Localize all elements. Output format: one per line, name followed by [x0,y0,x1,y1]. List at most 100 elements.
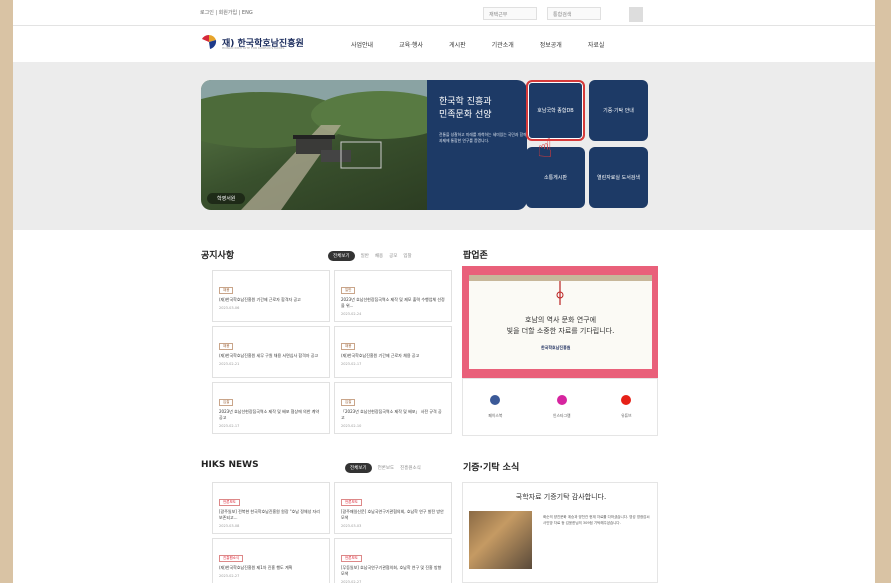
tile-donation[interactable]: 기증·기탁 안내 [589,80,648,141]
news-card[interactable]: 언론보도 [광주일보] 전북현 한국학호남진흥원 원장 "호남 정체성 자리 보존… [212,482,330,534]
global-nav: 재) 한국학호남진흥원 HONAM INSTITUTE FOR KOREAN S… [13,26,875,62]
social-youtube[interactable]: 유튜브 [621,395,632,419]
card-badge: 언론보도 [341,555,362,562]
hero-message: 한국학 진흥과 민족문화 선양 전통을 성찰하고 미래를 개척하는 세미있는 국… [427,80,527,210]
hero-section: 학영서원 한국학 진흥과 민족문화 선양 전통을 성찰하고 미래를 개척하는 세… [13,62,875,230]
menu-about[interactable]: 기관소개 [492,40,514,49]
menu-archive[interactable]: 자료실 [588,40,605,49]
news-card[interactable]: 진흥원소식 (재)한국학호남진흥원 제1차 진흥 행도 계획 2023-02-27 [212,538,330,583]
menu-business[interactable]: 사업안내 [351,40,373,49]
social-links: 페이스북 인스타그램 유튜브 [462,378,658,436]
notice-tab-hire[interactable]: 채용 [375,253,383,259]
news-tabs: 전체보기 언론보도 진흥원소식 [345,463,421,473]
tile-library[interactable]: 열린자료실 도서검색 [589,147,648,208]
logo-eng: HONAM INSTITUTE FOR KOREAN STUDIES [222,46,285,50]
notice-tab-general[interactable]: 일반 [361,253,369,259]
notice-tab-contest[interactable]: 공모 [389,253,397,259]
card-badge: 채용 [219,343,234,350]
social-instagram[interactable]: 인스타그램 [553,395,570,419]
card-badge: 일반 [341,287,356,294]
notice-card[interactable]: 일반 2023년 호남선현장집국역소 제작 및 제모 출력 수행업체 선정을 위.… [334,270,452,322]
notice-tab-all[interactable]: 전체보기 [328,251,355,261]
instagram-icon [556,395,567,405]
notice-card[interactable]: 채용 (재)한국학호남진흥원 세무 구원 채용 서면심사 합격자 공고 2023-0… [212,326,330,378]
popup-logo: 한국학호남진흥원 [541,345,570,351]
card-badge: 채용 [341,343,356,350]
hero-photo-label: 학영서원 [207,193,246,204]
card-date: 2023-03-03 [341,524,362,528]
popup-line-1: 호남의 역사 문화 연구에 [524,316,597,324]
card-title: (재)한국학호남진흥원 기간제 근로자 채용 공고 [341,353,420,358]
donation-text: 화순의 양진문화 계승과 양천관 현재 자료를 다하셨습니다. 영성 영광감씨 … [543,515,650,525]
search-box[interactable]: 통합검색 [547,7,601,20]
card-title: 2023년 호남선현장집국역소 제작 및 제모 출력 수행업체 선정을 위... [341,297,445,308]
donation-card[interactable]: 국학자료 기증기탁 감사합니다. 화순의 양진문화 계승과 양천관 현재 자료를… [462,482,658,583]
card-date: 2023-03-06 [219,306,240,310]
popup-line-2: 빛을 더할 소중한 자료를 기다립니다. [506,327,615,335]
utility-bar: 로그인 | 회원가입 | ENG 재택근무 통합검색 [13,0,875,26]
popup-logo-text: 한국학호남진흥원 [541,345,571,350]
menu-education[interactable]: 교육·행사 [399,40,423,49]
news-tab-all[interactable]: 전체보기 [345,463,372,473]
card-date: 2023-02-17 [341,362,362,366]
card-date: 2023-03-08 [219,524,240,528]
social-label: 페이스북 [488,413,503,418]
popup-scroll: 호남의 역사 문화 연구에빛을 더할 소중한 자료를 기다립니다. 한국학호남진… [469,275,652,369]
social-label: 인스타그램 [553,413,571,418]
card-title: [광주매일신문] 호남국연구기관협의회, 호남학 연구 발전 방안 모색 [341,509,444,520]
facebook-icon [490,395,501,405]
hero-title-1: 한국학 진흥과 [439,97,492,107]
site-logo[interactable]: 재) 한국학호남진흥원 HONAM INSTITUTE FOR KOREAN S… [200,34,304,50]
donation-news-title: 기증·기탁 소식 [463,463,520,473]
youtube-icon [621,395,632,405]
remote-work-box[interactable]: 재택근무 [483,7,537,20]
logo-mark-icon [200,34,218,50]
news-tab-press[interactable]: 언론보도 [378,465,395,471]
card-date: 2023-02-17 [219,424,240,428]
card-badge: 언론보도 [341,499,362,506]
news-card[interactable]: 언론보도 [무등일보] 호남국연구기관협의회, 호남학 연구 및 진흥 방향 모색… [334,538,452,583]
donation-heading: 국학자료 기증기탁 감사합니다. [515,493,607,501]
hero-title-2: 민족문화 선양 [439,110,492,120]
menu-info[interactable]: 정보공개 [540,40,562,49]
card-date: 2023-02-10 [341,424,362,428]
util-links[interactable]: 로그인 | 회원가입 | ENG [200,9,253,16]
news-card[interactable]: 언론보도 [광주매일신문] 호남국연구기관협의회, 호남학 연구 발전 방안 모색… [334,482,452,534]
notice-card[interactable]: 채용 (재)한국학호남진흥원 기간제 근로자 채용 공고 2023-02-17 [334,326,452,378]
social-facebook[interactable]: 페이스북 [488,395,502,419]
notice-card[interactable]: 입찰 「2023년 호남선현장집국역소 제작 및 배포」 사전 규격 공고 2023… [334,382,452,434]
main-menu: 사업안내 교육·행사 게시판 기관소개 정보공개 자료실 [351,40,630,49]
notice-tabs: 전체보기 일반 채용 공모 입찰 [328,251,412,261]
card-date: 2023-02-27 [219,574,240,578]
card-badge: 입찰 [219,399,234,406]
card-title: [무등일보] 호남국연구기관협의회, 호남학 연구 및 진흥 방향 모색 [341,565,442,576]
tile-board[interactable]: 소통게시판 [526,147,585,208]
notice-card[interactable]: 채용 (재)한국학호남진흥원 기간제 근로자 합격자 공고 2023-03-06 [212,270,330,322]
card-badge: 진흥원소식 [219,555,244,562]
card-date: 2023-02-24 [341,312,362,316]
news-tab-institute[interactable]: 진흥원소식 [400,465,421,471]
search-button[interactable] [629,7,643,22]
popup-zone-title: 팝업존 [463,251,488,261]
card-badge: 채용 [219,287,234,294]
card-title: (재)한국학호남진흥원 기간제 근로자 합격자 공고 [219,297,301,302]
card-badge: 언론보도 [219,499,240,506]
card-title: (재)한국학호남진흥원 세무 구원 채용 서면심사 합격자 공고 [219,353,319,358]
tile-honam-db[interactable]: 호남국학 종합DB [526,80,585,141]
pointer-hand-icon: ☝ [537,134,553,164]
notice-card[interactable]: 입찰 2023년 호남선현장집국역소 제작 및 배포 협상에 의한 계약 공고 20… [212,382,330,434]
hero-desc: 전통을 성찰하고 미래를 개척하는 세미있는 국민과 함께 과제에 통합한 연구… [439,132,527,143]
popup-message: 호남의 역사 문화 연구에빛을 더할 소중한 자료를 기다립니다. [469,315,652,337]
browser-page: 로그인 | 회원가입 | ENG 재택근무 통합검색 재) 한국학호남진흥원 H… [13,0,875,583]
menu-board[interactable]: 게시판 [449,40,466,49]
card-date: 2023-02-21 [219,362,240,366]
notice-tab-bid[interactable]: 입찰 [403,253,411,259]
news-title: HIKS NEWS [201,460,259,470]
card-badge: 입찰 [341,399,356,406]
donation-photo [469,511,532,569]
hero-photo: 학영서원 [201,80,427,210]
card-title: [광주일보] 전북현 한국학호남진흥원 원장 "호남 정체성 자리 보존되고..… [219,509,320,520]
notice-title: 공지사항 [201,251,235,261]
card-title: 「2023년 호남선현장집국역소 제작 및 배포」 사전 규격 공고 [341,409,442,420]
social-label: 유튜브 [621,413,632,418]
